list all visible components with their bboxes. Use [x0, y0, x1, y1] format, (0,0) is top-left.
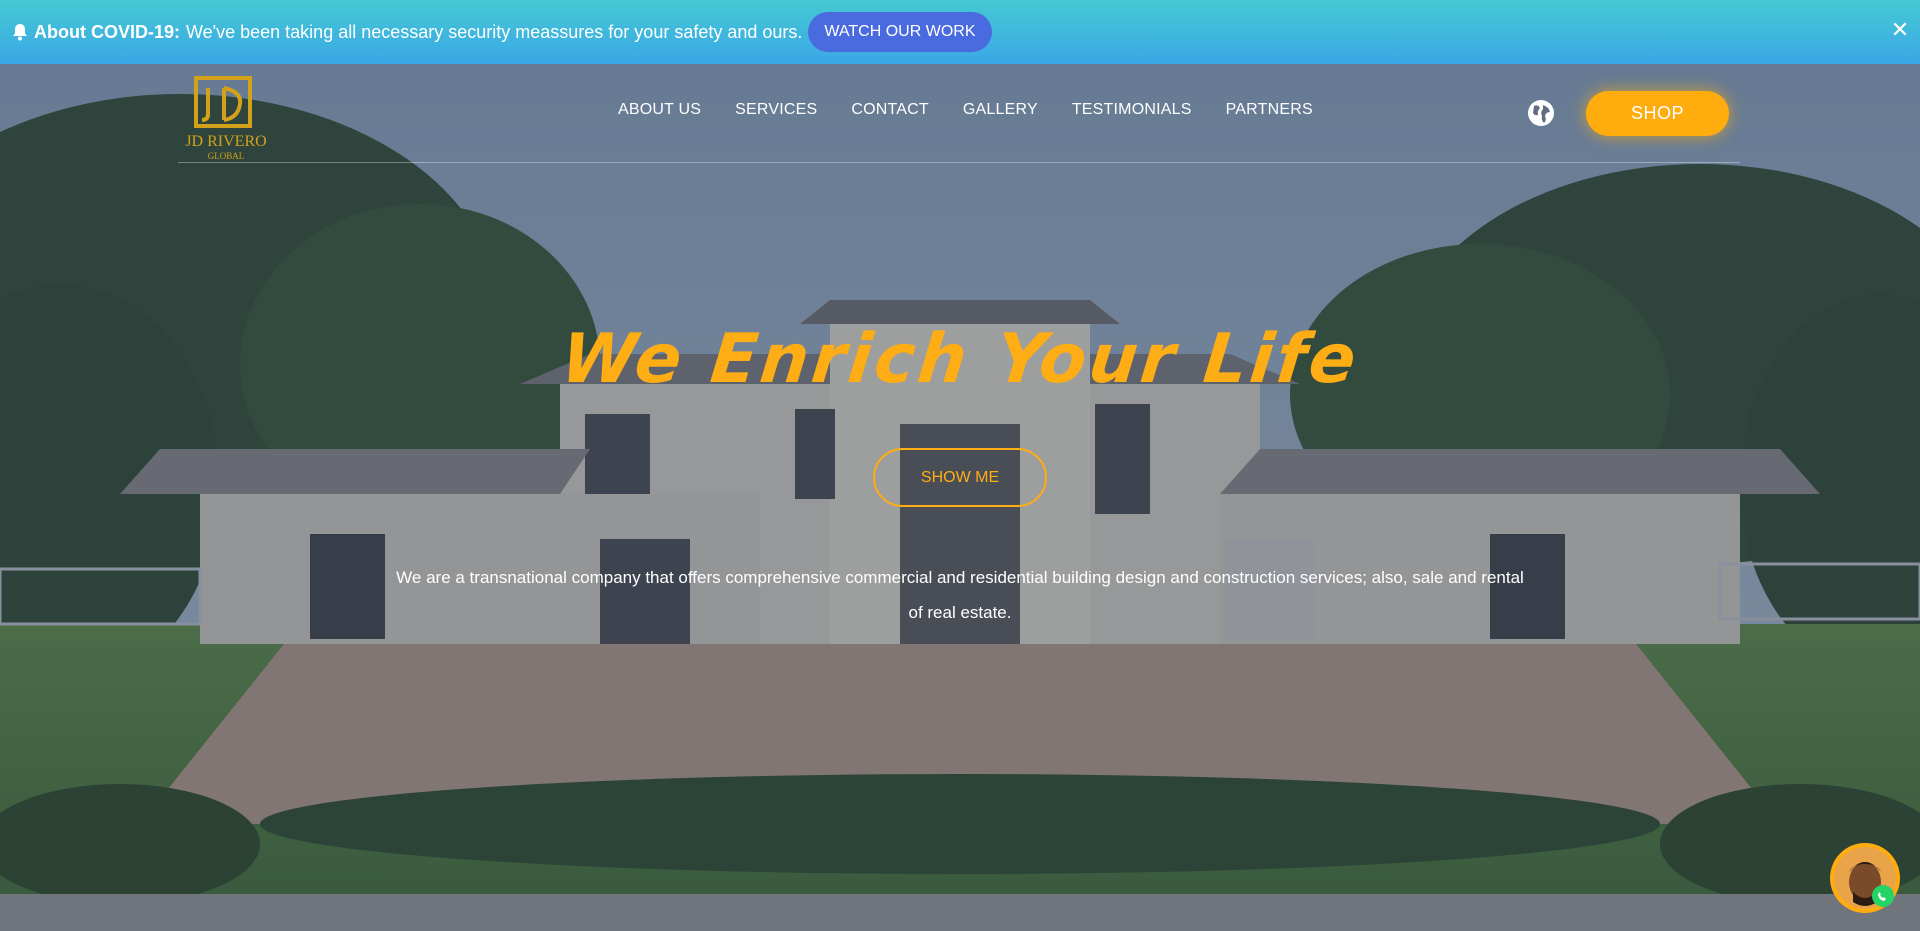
announcement-bar: About COVID-19: We've been taking all ne…	[0, 0, 1920, 64]
shop-button[interactable]: SHOP	[1586, 91, 1729, 136]
watch-our-work-button[interactable]: WATCH OUR WORK	[808, 12, 992, 52]
globe-icon[interactable]	[1526, 98, 1556, 128]
nav-item-testimonials[interactable]: TESTIMONIALS	[1072, 101, 1192, 119]
nav-item-about-us[interactable]: ABOUT US	[618, 101, 701, 119]
announcement-message: We've been taking all necessary security…	[186, 21, 803, 42]
nav-item-gallery[interactable]: GALLERY	[963, 101, 1038, 119]
primary-nav: ABOUT US SERVICES CONTACT GALLERY TESTIM…	[618, 101, 1347, 119]
header-divider	[178, 162, 1740, 163]
announcement-title: About COVID-19:	[34, 21, 180, 42]
company-logo[interactable]: JD RIVERO GLOBAL	[178, 70, 274, 162]
nav-item-services[interactable]: SERVICES	[735, 101, 817, 119]
logo-text: JD RIVERO	[185, 133, 266, 150]
show-me-button[interactable]: SHOW ME	[873, 448, 1047, 507]
close-icon[interactable]: ✕	[1890, 18, 1910, 42]
hero-description: We are a transnational company that offe…	[396, 568, 1524, 622]
bell-icon	[13, 24, 27, 41]
main-header: JD RIVERO GLOBAL ABOUT US SERVICES CONTA…	[0, 64, 1920, 164]
whatsapp-icon[interactable]	[1829, 842, 1901, 914]
logo-subtext: GLOBAL	[208, 151, 245, 161]
nav-item-partners[interactable]: PARTNERS	[1226, 101, 1313, 119]
hero-headline: We Enrich Your Life	[557, 320, 1363, 399]
nav-item-contact[interactable]: CONTACT	[851, 101, 929, 119]
